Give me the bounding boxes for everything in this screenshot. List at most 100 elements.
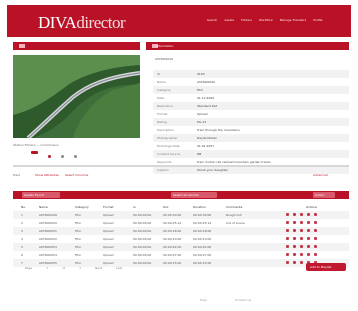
- field-value: train motion rail railroad mountain gard…: [197, 160, 271, 164]
- cell-format: Upload: [103, 237, 114, 241]
- toolbar-advanced[interactable]: Advanced: [313, 173, 328, 177]
- cell-category: Film: [75, 253, 82, 257]
- play-button[interactable]: [31, 151, 38, 154]
- footer: Help Contact Us: [200, 298, 251, 302]
- toolbar-field[interactable]: Field: [13, 173, 20, 177]
- col-header[interactable]: Category: [75, 205, 89, 209]
- nav-item-manage-transfers[interactable]: Manage Transfers: [280, 18, 307, 22]
- col-header[interactable]: Out: [163, 205, 168, 209]
- toolbar-show-attributes[interactable]: Show Attributes: [35, 173, 59, 177]
- download-icon[interactable]: [300, 261, 303, 264]
- download-icon[interactable]: [300, 229, 303, 232]
- field-value: Upload: [197, 112, 208, 116]
- pagination: Page 1 of 1 Next Last: [25, 266, 122, 270]
- assets-table: No. Name Category Format In Out Duration…: [13, 203, 349, 267]
- metadata-row: Category Film: [153, 86, 349, 94]
- cell-category: Film: [75, 221, 82, 225]
- table-row[interactable]: 4 ASTRO0052 Film Upload 00:00:00:00 00:0…: [13, 235, 349, 243]
- control-dot-icon[interactable]: [74, 155, 77, 158]
- table-row[interactable]: 2 ASTRO0050 Film Upload 00:00:00:00 00:0…: [13, 219, 349, 227]
- play-icon[interactable]: [286, 229, 289, 232]
- info-icon[interactable]: [307, 253, 310, 256]
- play-icon[interactable]: [286, 245, 289, 248]
- edit-icon[interactable]: [293, 253, 296, 256]
- info-icon[interactable]: [307, 237, 310, 240]
- download-icon[interactable]: [300, 213, 303, 216]
- footer-contact[interactable]: Contact Us: [235, 298, 251, 302]
- select-all-button[interactable]: Select all records: [171, 192, 217, 198]
- cell-no: 5: [21, 245, 23, 249]
- edit-icon[interactable]: [293, 213, 296, 216]
- cell-category: Film: [75, 245, 82, 249]
- field-value: 0163: [197, 72, 205, 76]
- download-icon[interactable]: [300, 253, 303, 256]
- nav-item-folders[interactable]: Folders: [241, 18, 252, 22]
- info-panel-bar: Information: [146, 42, 349, 50]
- delete-icon[interactable]: [314, 245, 317, 248]
- info-icon[interactable]: [307, 229, 310, 232]
- col-header[interactable]: Comments: [226, 205, 242, 209]
- pager-label: Page: [25, 266, 33, 270]
- control-dot-icon[interactable]: [48, 155, 51, 158]
- app-header: DIVAdirector Search Assets Folders Workf…: [7, 5, 351, 37]
- col-header[interactable]: Format: [103, 205, 114, 209]
- info-icon[interactable]: [307, 213, 310, 216]
- toolbar-select-columns[interactable]: Select Columns: [65, 173, 88, 177]
- play-icon[interactable]: [286, 253, 289, 256]
- panel-tag: [19, 44, 25, 48]
- delete-icon[interactable]: [314, 253, 317, 256]
- nav-item-workflow[interactable]: Workflow: [259, 18, 273, 22]
- metadata-row: Photographer Daylle Nickel: [153, 134, 349, 142]
- field-value: Daylle Nickel: [197, 136, 217, 140]
- pager-next[interactable]: Next: [95, 266, 102, 270]
- edit-icon[interactable]: [293, 221, 296, 224]
- metadata-row: Rating PG-13: [153, 118, 349, 126]
- col-header[interactable]: Name: [39, 205, 48, 209]
- assets-found-label: Assets Found: [22, 192, 60, 198]
- download-icon[interactable]: [300, 237, 303, 240]
- col-header[interactable]: In: [133, 205, 136, 209]
- delete-icon[interactable]: [314, 213, 317, 216]
- edit-icon[interactable]: [293, 229, 296, 232]
- edit-icon[interactable]: [293, 237, 296, 240]
- download-icon[interactable]: [300, 245, 303, 248]
- logo-main: DIVA: [38, 13, 77, 32]
- cell-format: Upload: [103, 253, 114, 257]
- field-label: Content Source: [157, 152, 181, 156]
- table-row[interactable]: 6 ASTRO0054 Film Upload 00:00:00:00 00:0…: [13, 251, 349, 259]
- add-to-playlist-button[interactable]: Add to Playlist: [306, 263, 346, 271]
- app-logo[interactable]: DIVAdirector: [38, 13, 126, 33]
- delete-icon[interactable]: [314, 221, 317, 224]
- delete-icon[interactable]: [314, 229, 317, 232]
- row-actions: [286, 253, 317, 256]
- table-row[interactable]: 3 ASTRO0051 Film Upload 00:00:00:00 00:0…: [13, 227, 349, 235]
- play-icon[interactable]: [286, 221, 289, 224]
- field-label: Photographer: [157, 136, 178, 140]
- metadata-row: Content Source DB: [153, 150, 349, 158]
- edit-icon[interactable]: [293, 245, 296, 248]
- cell-category: Film: [75, 237, 82, 241]
- col-header[interactable]: Duration: [193, 205, 206, 209]
- table-row[interactable]: 1 ASTRO0049 Film Upload 00:00:00:00 00:0…: [13, 211, 349, 219]
- video-thumbnail[interactable]: [13, 55, 140, 138]
- col-header[interactable]: No.: [21, 205, 26, 209]
- info-icon[interactable]: [307, 245, 310, 248]
- cell-name: ASTRO0049: [39, 213, 57, 217]
- play-icon[interactable]: [286, 237, 289, 240]
- info-icon[interactable]: [307, 221, 310, 224]
- nav-item-search[interactable]: Search: [207, 18, 217, 22]
- pager-last[interactable]: Last: [116, 266, 122, 270]
- pager-current[interactable]: 1: [46, 266, 48, 270]
- download-icon[interactable]: [300, 221, 303, 224]
- control-dot-icon[interactable]: [61, 155, 64, 158]
- train-landscape-image: [13, 55, 140, 138]
- delete-icon[interactable]: [314, 237, 317, 240]
- play-icon[interactable]: [286, 261, 289, 264]
- nav-item-profile[interactable]: Profile: [313, 18, 322, 22]
- table-row[interactable]: 5 ASTRO0053 Film Upload 00:00:00:00 00:0…: [13, 243, 349, 251]
- nav-item-assets[interactable]: Assets: [224, 18, 234, 22]
- footer-help[interactable]: Help: [200, 298, 207, 302]
- field-label: Resolution: [157, 104, 173, 108]
- play-icon[interactable]: [286, 213, 289, 216]
- edit-icon[interactable]: [293, 261, 296, 264]
